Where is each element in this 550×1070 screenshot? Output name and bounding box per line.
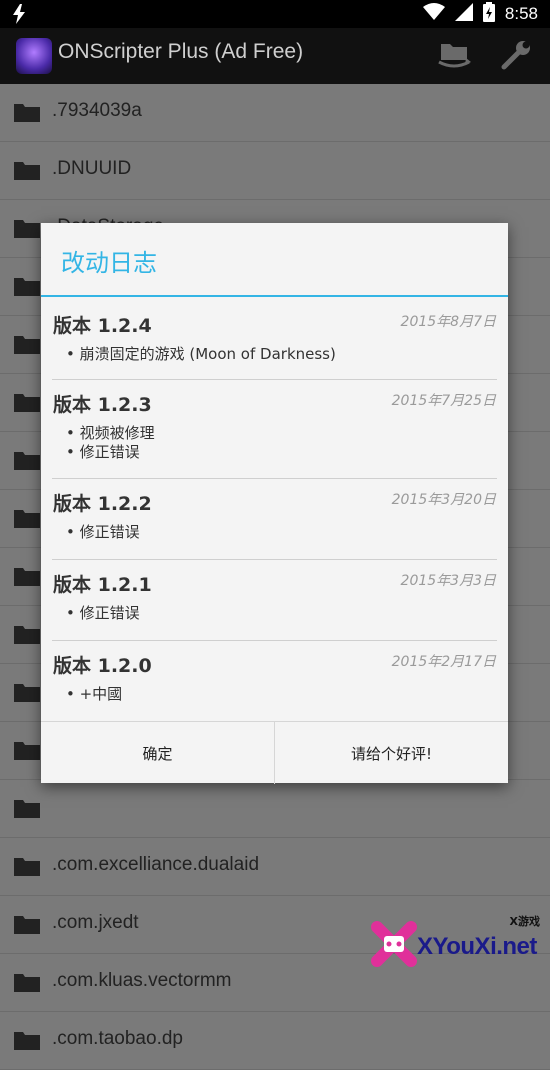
file-name: .com.taobao.dp (52, 1028, 183, 1049)
gamepad-logo-icon (369, 919, 419, 969)
file-name: .com.jxedt (52, 912, 139, 933)
folder-icon (14, 1030, 40, 1050)
change-item: • 修正错误 (66, 604, 140, 622)
file-name: .DNUUID (52, 158, 132, 179)
change-item: • 修正错误 (66, 443, 140, 461)
watermark-small-text: X游戏 (509, 915, 540, 928)
changelog-entry: 版本 1.2.2 2015年3月20日 • 修正错误 (52, 479, 497, 560)
signal-icon (454, 3, 473, 25)
dialog-divider (41, 295, 508, 297)
file-name: .7934039a (52, 100, 142, 121)
watermark-text: XYouXi.net (417, 933, 537, 960)
folder-icon (14, 798, 40, 818)
folder-icon (14, 914, 40, 934)
status-bar: 8:58 (0, 0, 550, 28)
version-label: 版本 1.2.4 (53, 315, 152, 337)
folder-icon (14, 566, 40, 586)
change-item: • 视频被修理 (66, 424, 155, 442)
lightning-icon (12, 4, 26, 28)
rate-button[interactable]: 请给个好评! (274, 722, 508, 784)
version-date: 2015年3月3日 (400, 573, 496, 589)
folder-icon (14, 160, 40, 180)
change-item: • 修正错误 (66, 523, 140, 541)
version-date: 2015年2月17日 (391, 654, 496, 670)
change-item: • 崩溃固定的游戏 (Moon of Darkness) (66, 345, 336, 363)
app-title: ONScripter Plus (Ad Free) (58, 40, 304, 63)
version-label: 版本 1.2.3 (53, 394, 152, 416)
version-label: 版本 1.2.2 (53, 493, 152, 515)
folder-icon (14, 740, 40, 760)
folder-sync-icon[interactable] (436, 40, 472, 72)
folder-icon (14, 392, 40, 412)
version-date: 2015年7月25日 (391, 393, 496, 409)
folder-icon (14, 508, 40, 528)
dialog-title: 改动日志 (61, 249, 157, 277)
wrench-icon[interactable] (498, 40, 534, 72)
battery-icon (482, 2, 495, 26)
list-item[interactable]: .DNUUID (0, 142, 550, 200)
changelog-list: 版本 1.2.4 2015年8月7日 • 崩溃固定的游戏 (Moon of Da… (41, 301, 508, 719)
dialog-buttons: 确定 请给个好评! (41, 721, 508, 784)
changelog-entry: 版本 1.2.3 2015年7月25日 • 视频被修理 • 修正错误 (52, 380, 497, 479)
folder-icon (14, 856, 40, 876)
clock: 8:58 (504, 4, 538, 23)
folder-icon (14, 682, 40, 702)
version-date: 2015年8月7日 (400, 314, 496, 330)
folder-icon (14, 218, 40, 238)
version-date: 2015年3月20日 (391, 492, 496, 508)
folder-icon (14, 624, 40, 644)
folder-icon (14, 972, 40, 992)
list-item[interactable] (0, 780, 550, 838)
changelog-entry: 版本 1.2.0 2015年2月17日 • +中國 (52, 641, 497, 719)
folder-icon (14, 276, 40, 296)
wifi-icon (422, 3, 445, 25)
version-label: 版本 1.2.0 (53, 655, 152, 677)
folder-icon (14, 334, 40, 354)
folder-icon (14, 102, 40, 122)
list-item[interactable]: .com.taobao.dp (0, 1012, 550, 1070)
folder-icon (14, 450, 40, 470)
version-label: 版本 1.2.1 (53, 574, 152, 596)
file-name: .com.excelliance.dualaid (52, 854, 260, 875)
change-item: • +中國 (66, 685, 123, 703)
app-bar: ONScripter Plus (Ad Free) (0, 28, 550, 84)
ok-button[interactable]: 确定 (41, 722, 274, 784)
changelog-entry: 版本 1.2.1 2015年3月3日 • 修正错误 (52, 560, 497, 641)
changelog-entry: 版本 1.2.4 2015年8月7日 • 崩溃固定的游戏 (Moon of Da… (52, 301, 497, 380)
list-item[interactable]: .com.excelliance.dualaid (0, 838, 550, 896)
watermark: XYouXi.net X游戏 (369, 911, 544, 971)
file-name: .com.kluas.vectormm (52, 970, 232, 991)
app-logo (16, 38, 52, 74)
list-item[interactable]: .7934039a (0, 84, 550, 142)
changelog-dialog: 改动日志 版本 1.2.4 2015年8月7日 • 崩溃固定的游戏 (Moon … (41, 223, 508, 784)
